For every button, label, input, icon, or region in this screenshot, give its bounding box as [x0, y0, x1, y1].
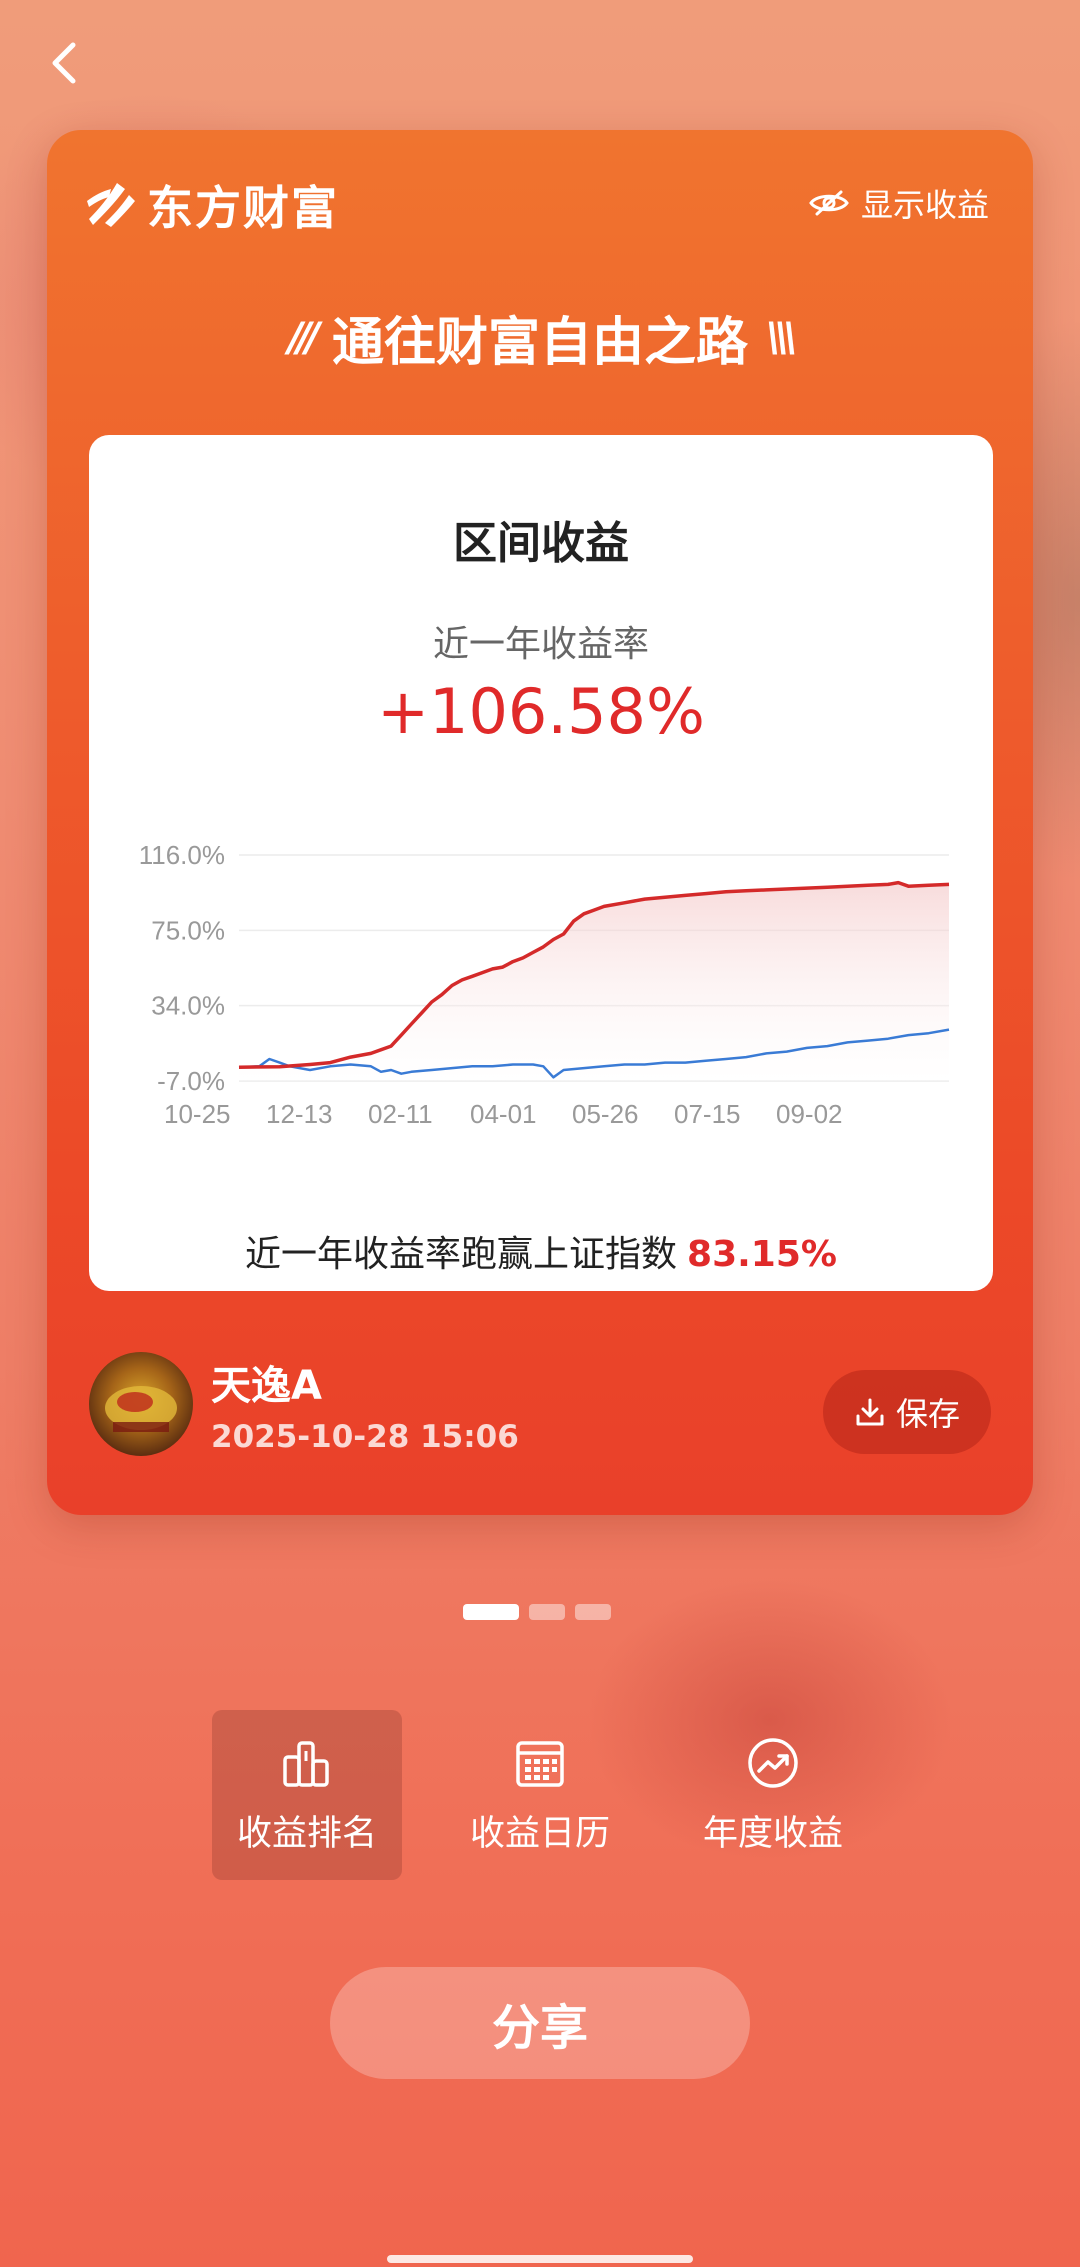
- x-tick-label: 09-02: [776, 1099, 843, 1129]
- slogan: /// 通往财富自由之路 \\\: [47, 300, 1033, 375]
- profit-chart: 116.0% 75.0% 34.0% -7.0%10-25 12-13 02-11 04-0…: [139, 840, 950, 1129]
- ranking-icon: [283, 1740, 329, 1787]
- x-tick-label: 04-01: [470, 1099, 537, 1129]
- save-button[interactable]: 保存: [823, 1370, 991, 1454]
- page-dot[interactable]: [575, 1604, 611, 1620]
- action-label: 收益排名: [236, 1813, 377, 1854]
- share-card: 东方财富 显示收益 /// 通往财富自由之路 \\\ 区间收益 近一年收益率 +…: [47, 130, 1033, 1515]
- y-tick-label: 116.0%: [139, 840, 225, 870]
- user-time: 2025-10-28 15:06: [211, 1419, 519, 1455]
- profit-panel: 区间收益 近一年收益率 +106.58% 116.0% 75.0% 34.0% -7.…: [89, 435, 993, 1291]
- brand: 东方财富: [85, 172, 339, 238]
- beat-value: 83.15%: [687, 1234, 837, 1275]
- page-dot[interactable]: [463, 1604, 519, 1620]
- y-tick-label: 75.0%: [151, 915, 225, 945]
- action-calendar[interactable]: 收益日历: [445, 1710, 635, 1880]
- action-ranking[interactable]: 收益排名: [212, 1710, 402, 1880]
- user-name: 天逸A: [211, 1363, 322, 1409]
- y-tick-label: -7.0%: [157, 1066, 225, 1096]
- avatar-image: [105, 1386, 177, 1432]
- back-button[interactable]: [38, 38, 88, 88]
- calendar-icon: [516, 1740, 564, 1787]
- panel-title: 区间收益: [453, 518, 629, 569]
- download-icon: [856, 1398, 884, 1426]
- action-annual[interactable]: 年度收益: [678, 1710, 868, 1880]
- action-label: 收益日历: [469, 1813, 610, 1854]
- action-label: 年度收益: [702, 1813, 843, 1854]
- brand-logo-icon: [87, 183, 135, 227]
- rate-label: 近一年收益率: [432, 624, 649, 665]
- slogan-text: 通往财富自由之路: [331, 313, 748, 373]
- brand-name: 东方财富: [147, 181, 339, 235]
- beat-index-text: 近一年收益率跑赢上证指数 83.15%: [89, 1225, 993, 1277]
- avatar: [89, 1352, 193, 1456]
- share-button[interactable]: 分享: [330, 1967, 750, 2079]
- user-info: 天逸A 2025-10-28 15:06: [89, 1352, 519, 1456]
- rate-value: +106.58%: [377, 675, 705, 748]
- y-tick-label: 34.0%: [151, 991, 225, 1021]
- save-label: 保存: [895, 1395, 960, 1433]
- slogan-right-deco: \\\: [766, 314, 798, 361]
- x-tick-label: 07-15: [674, 1099, 741, 1129]
- x-tick-label: 02-11: [368, 1099, 433, 1129]
- x-tick-label: 10-25: [164, 1099, 231, 1129]
- eye-hidden-icon: [809, 190, 849, 216]
- x-tick-label: 05-26: [572, 1099, 639, 1129]
- slogan-left-deco: ///: [288, 314, 320, 361]
- share-label: 分享: [491, 2000, 588, 2056]
- chevron-left-icon: [52, 42, 76, 84]
- beat-label: 近一年收益率跑赢上证指数: [245, 1234, 678, 1275]
- show-profit-toggle[interactable]: 显示收益: [809, 180, 989, 226]
- trend-icon: [748, 1737, 798, 1788]
- series-area: [239, 882, 949, 1081]
- show-profit-label: 显示收益: [860, 186, 989, 224]
- card-type-switcher: 收益排名 收益日历 年度收益: [212, 1710, 911, 1880]
- x-tick-label: 12-13: [266, 1099, 333, 1129]
- home-indicator: [387, 2255, 693, 2263]
- page-dot[interactable]: [529, 1604, 565, 1620]
- page-indicator: [463, 1604, 621, 1620]
